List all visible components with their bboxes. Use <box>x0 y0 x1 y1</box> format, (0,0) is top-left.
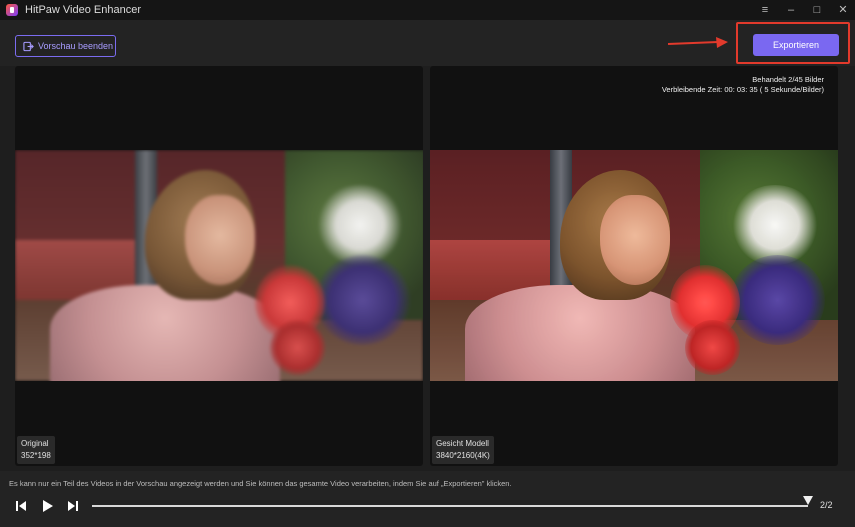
timeline-thumb-icon[interactable] <box>803 496 813 506</box>
play-icon <box>43 500 53 512</box>
maximize-icon[interactable]: □ <box>811 4 823 16</box>
annotation-arrow-icon <box>668 37 728 48</box>
playback-controls <box>14 499 80 513</box>
previous-frame-button[interactable] <box>14 499 28 513</box>
next-frame-button[interactable] <box>66 499 80 513</box>
window-title: HitPaw Video Enhancer <box>25 4 141 16</box>
window-controls: ≡ – □ ✕ <box>759 0 849 20</box>
timeline-track[interactable] <box>92 505 808 507</box>
playback-bar: Es kann nur ein Teil des Videos in der V… <box>0 471 855 527</box>
export-button[interactable]: Exportieren <box>753 34 839 56</box>
enhanced-preview-panel: Behandelt 2/45 Bilder Verbleibende Zeit:… <box>430 66 838 466</box>
end-preview-button[interactable]: Vorschau beenden <box>15 35 116 57</box>
skip-back-icon <box>16 501 26 511</box>
enhanced-resolution-label: Gesicht Modell 3840*2160(4K) <box>432 436 494 464</box>
page-count: 2/2 <box>820 500 833 510</box>
app-logo-icon <box>6 4 18 16</box>
model-name: Gesicht Modell <box>436 439 489 448</box>
original-resolution-label: Original 352*198 <box>17 436 55 464</box>
original-name: Original <box>21 439 49 448</box>
minimize-icon[interactable]: – <box>785 4 797 16</box>
close-icon[interactable]: ✕ <box>837 4 849 16</box>
menu-icon[interactable]: ≡ <box>759 4 771 16</box>
play-button[interactable] <box>40 499 54 513</box>
exit-preview-icon <box>23 41 34 51</box>
title-bar: HitPaw Video Enhancer ≡ – □ ✕ <box>0 0 855 20</box>
processing-status: Behandelt 2/45 Bilder Verbleibende Zeit:… <box>662 75 824 95</box>
remaining-time-text: Verbleibende Zeit: 00: 03: 35 ( 5 Sekund… <box>661 85 824 94</box>
end-preview-label: Vorschau beenden <box>38 41 114 51</box>
original-resolution: 352*198 <box>21 451 51 460</box>
skip-forward-icon <box>68 501 78 511</box>
enhanced-video-frame <box>430 150 838 381</box>
enhanced-resolution: 3840*2160(4K) <box>436 451 490 460</box>
original-video-frame <box>15 150 423 381</box>
preview-hint-text: Es kann nur ein Teil des Videos in der V… <box>9 479 512 488</box>
original-preview-panel: Original 352*198 <box>15 66 423 466</box>
processed-frames-text: Behandelt 2/45 Bilder <box>752 75 824 84</box>
